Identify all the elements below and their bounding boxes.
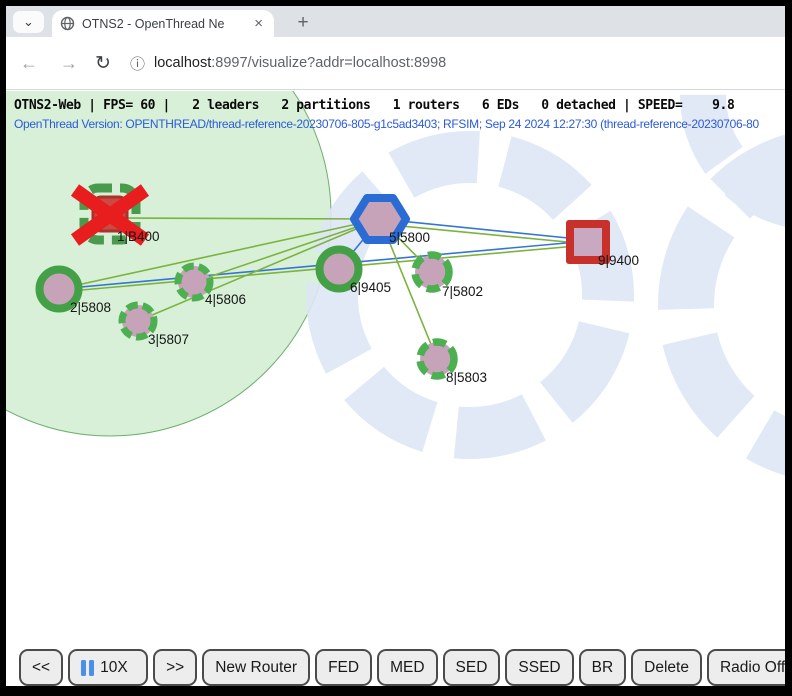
- node-label: 2|5808: [70, 300, 111, 315]
- pause-icon: [81, 660, 94, 676]
- simulation-canvas: 1|B400 2|5808 3|5807 4|5806 5|5800 6|940…: [6, 91, 785, 686]
- site-info-icon[interactable]: ⓘ: [130, 53, 145, 74]
- node-label: 7|5802: [442, 284, 483, 299]
- url-text[interactable]: localhost:8997/visualize?addr=localhost:…: [154, 55, 446, 71]
- node-label: 3|5807: [148, 332, 189, 347]
- browser-tab[interactable]: OTNS2 - OpenThread Ne ×: [52, 10, 274, 37]
- browser-window: ⌄ OTNS2 - OpenThread Ne × + ← → ↻: [6, 6, 785, 686]
- fed-button[interactable]: FED: [315, 649, 372, 686]
- tab-close-icon[interactable]: ×: [251, 15, 266, 32]
- url-host: localhost: [154, 55, 211, 71]
- node-label: 4|5806: [205, 292, 246, 307]
- speed-label: 10X: [100, 659, 128, 677]
- reload-icon[interactable]: ↻: [86, 52, 120, 75]
- app-window: ⌄ OTNS2 - OpenThread Ne × + ← → ↻: [0, 0, 792, 696]
- chevron-down-icon: ⌄: [23, 14, 34, 30]
- tab-title: OTNS2 - OpenThread Ne: [82, 17, 244, 31]
- speed-button[interactable]: 10X: [68, 649, 148, 686]
- node-label: 6|9405: [350, 280, 391, 295]
- network-graph: 1|B400 2|5808 3|5807 4|5806 5|5800 6|940…: [6, 91, 785, 686]
- node-label: 8|5803: [446, 370, 487, 385]
- new-router-button[interactable]: New Router: [202, 649, 310, 686]
- node-label: 1|B400: [117, 229, 160, 244]
- step-forward-button[interactable]: >>: [153, 649, 197, 686]
- navigation-bar: ← → ↻ ⓘ localhost:8997/visualize?addr=lo…: [6, 37, 785, 90]
- step-back-button[interactable]: <<: [19, 649, 63, 686]
- url-path: :8997/visualize?addr=localhost:8998: [211, 55, 446, 71]
- ssed-button[interactable]: SSED: [505, 649, 573, 686]
- br-button[interactable]: BR: [579, 649, 627, 686]
- tab-search-button[interactable]: ⌄: [13, 11, 44, 33]
- bottom-toolbar: << 10X >> New Router FED MED SED SSED BR…: [19, 649, 785, 686]
- forward-icon[interactable]: →: [52, 53, 86, 74]
- status-bar: OTNS2-Web | FPS= 60 | 2 leaders 2 partit…: [14, 98, 734, 113]
- tab-strip: ⌄ OTNS2 - OpenThread Ne × +: [6, 6, 785, 37]
- delete-button[interactable]: Delete: [631, 649, 702, 686]
- globe-icon: [60, 16, 75, 31]
- back-icon[interactable]: ←: [12, 53, 46, 74]
- new-tab-button[interactable]: +: [290, 10, 316, 36]
- node-label: 5|5800: [389, 230, 430, 245]
- child-link-5-1: [110, 218, 380, 219]
- address-bar[interactable]: ⓘ localhost:8997/visualize?addr=localhos…: [130, 53, 446, 74]
- med-button[interactable]: MED: [377, 649, 437, 686]
- node-label: 9|9400: [598, 253, 639, 268]
- sed-button[interactable]: SED: [443, 649, 501, 686]
- openthread-version-text: OpenThread Version: OPENTHREAD/thread-re…: [14, 117, 759, 131]
- radio-off-button[interactable]: Radio Off: [707, 649, 785, 686]
- radio-range-circle: [6, 91, 331, 436]
